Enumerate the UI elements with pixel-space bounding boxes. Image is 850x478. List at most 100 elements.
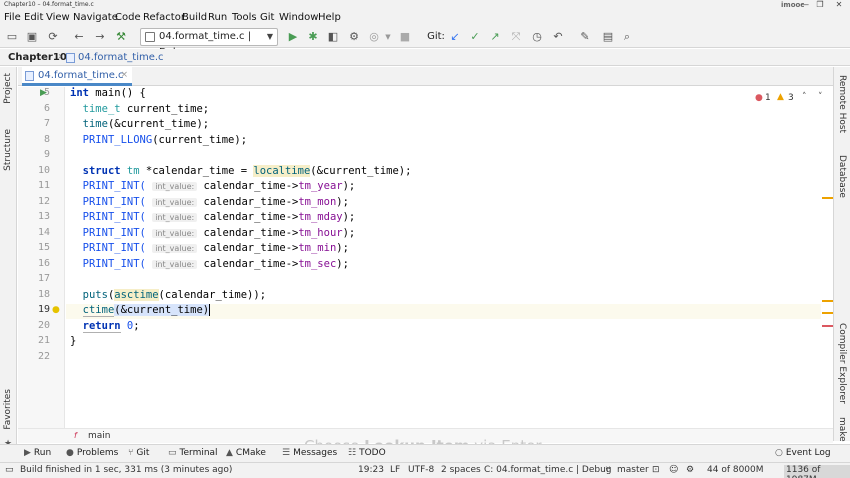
error-stripe[interactable] [822, 87, 833, 428]
inspection-indicators[interactable]: ● 1 ▲ 3 ˄ ˅ [752, 92, 830, 106]
open-folder-icon[interactable]: ▭ [5, 30, 19, 44]
config-icon [145, 32, 155, 42]
status-layout-icon[interactable]: ▭ [5, 465, 14, 475]
power-save-icon[interactable]: ⚙ [686, 465, 694, 475]
line-number-current: 19 [37, 304, 50, 315]
menu-tools[interactable]: Tools [232, 12, 257, 23]
code-line: return 0; [82, 319, 140, 333]
menu-help[interactable]: Help [318, 12, 341, 23]
git-rollback-icon[interactable]: ↶ [551, 30, 565, 44]
line-number: 14 [37, 226, 50, 238]
menu-git[interactable]: Git [260, 12, 274, 23]
run-configuration-select[interactable]: 04.format_time.c | Debug ▼ [140, 28, 278, 58]
menu-build[interactable]: Build [182, 12, 207, 23]
tab-04-format-time[interactable]: 04.format_time.c × [22, 67, 132, 86]
close-window-button[interactable]: ✕ [832, 0, 846, 10]
build-hammer-icon[interactable]: ⚒ [114, 30, 128, 44]
tool-window-compiler-explorer[interactable]: Compiler Explorer [837, 323, 847, 404]
forward-arrow-icon[interactable]: → [93, 30, 107, 44]
event-log-button[interactable]: ○ Event Log [775, 448, 831, 458]
debug-bug-icon[interactable]: ✱ [306, 30, 320, 44]
tab-git[interactable]: ⑂ Git [128, 448, 149, 458]
settings-wrench-icon[interactable]: ✎ [578, 30, 592, 44]
bulb-icon[interactable]: ● [52, 305, 60, 315]
tab-problems[interactable]: ● Problems [66, 448, 118, 458]
tab-terminal[interactable]: ▭ Terminal [168, 448, 218, 458]
tool-window-database[interactable]: Database [837, 155, 847, 198]
git-update-icon[interactable]: ↙ [448, 30, 462, 44]
attach-icon[interactable]: ◎ [367, 30, 381, 44]
code-editor[interactable]: int main() { time_t current_time; time(&… [66, 87, 821, 428]
search-icon[interactable]: ⌕ [620, 30, 634, 44]
line-number: 22 [37, 350, 50, 362]
git-push-icon[interactable]: ↗ [488, 30, 502, 44]
tool-window-structure[interactable]: Structure [3, 129, 13, 171]
code-line: PRINT_INT( int_value: calendar_time->tm_… [82, 226, 356, 239]
menu-code[interactable]: Code [115, 12, 141, 23]
tab-run[interactable]: ▶ Run [24, 448, 51, 458]
git-branch[interactable]: master [617, 465, 649, 475]
attach-dropdown-icon[interactable]: ▼ [381, 30, 395, 44]
caret-position[interactable]: 19:23 [358, 465, 384, 475]
menu-run[interactable]: Run [208, 12, 227, 23]
code-line: struct tm *calendar_time = localtime(&cu… [82, 164, 412, 177]
profile-icon[interactable]: ⚙ [347, 30, 361, 44]
memory-indicator[interactable]: 44 of 8000M [707, 465, 764, 475]
code-line: PRINT_INT( int_value: calendar_time->tm_… [82, 257, 349, 270]
breadcrumb-file[interactable]: 04.format_time.c [78, 52, 164, 63]
status-bar: ▭ Build finished in 1 sec, 331 ms (3 min… [0, 462, 850, 478]
warning-marker[interactable] [822, 312, 833, 314]
tool-window-project[interactable]: Project [3, 73, 13, 104]
menu-refactor[interactable]: Refactor [143, 12, 185, 23]
indent-setting[interactable]: 2 spaces [441, 465, 481, 475]
stop-icon[interactable]: ■ [398, 30, 412, 44]
lock-icon[interactable]: ⊡ [652, 465, 660, 475]
run-gutter-icon[interactable]: ▶ [40, 88, 47, 98]
chevron-up-icon[interactable]: ˄ [802, 92, 807, 102]
git-commit-icon[interactable]: ✓ [468, 30, 482, 44]
menu-view[interactable]: View [46, 12, 70, 23]
menu-window[interactable]: Window [279, 12, 318, 23]
sync-icon[interactable]: ⟳ [46, 30, 60, 44]
warning-marker[interactable] [822, 197, 833, 199]
parameter-hint: int_value: [152, 213, 198, 222]
editor-tab-bar: 04.format_time.c × [18, 67, 833, 86]
error-marker[interactable] [822, 325, 833, 327]
status-message[interactable]: Build finished in 1 sec, 331 ms (3 minut… [20, 465, 232, 475]
close-tab-icon[interactable]: × [120, 67, 128, 84]
context-selector[interactable]: C: 04.format_time.c | Debug [484, 465, 612, 475]
git-merge-icon[interactable]: ⤧ [509, 30, 523, 44]
breadcrumb-separator-icon: › [58, 51, 62, 62]
minimize-button[interactable]: — [798, 0, 812, 10]
code-line: int main() { [70, 87, 146, 99]
file-encoding[interactable]: UTF-8 [408, 465, 434, 475]
menu-file[interactable]: File [4, 12, 21, 23]
tab-todo[interactable]: ☷ TODO [348, 448, 386, 458]
code-line: PRINT_INT( int_value: calendar_time->tm_… [82, 211, 356, 223]
parameter-hint: int_value: [152, 259, 198, 269]
code-line-current: ctime(&current_time) [82, 304, 211, 317]
line-separator[interactable]: LF [390, 465, 400, 475]
run-icon[interactable]: ▶ [286, 30, 300, 44]
tab-messages[interactable]: ☰ Messages [282, 448, 337, 458]
line-number-gutter[interactable]: 5 ▶ 6 7 8 9 10 11 12 13 14 15 16 17 18 1… [18, 87, 65, 428]
tool-window-remote-host[interactable]: Remote Host [837, 75, 847, 133]
tool-window-favorites[interactable]: Favorites [3, 389, 13, 430]
restore-button[interactable]: ❐ [813, 0, 827, 10]
window-title: Chapter10 – 04.format_time.c [4, 1, 94, 8]
save-icon[interactable]: ▣ [25, 30, 39, 44]
coverage-icon[interactable]: ◧ [326, 30, 340, 44]
tool-window-make[interactable]: make [837, 417, 847, 442]
messages-icon: ☰ [282, 448, 291, 458]
menu-edit[interactable]: Edit [24, 12, 43, 23]
hector-icon[interactable]: ☺ [669, 465, 678, 475]
menu-navigate[interactable]: Navigate [73, 12, 118, 23]
warning-marker[interactable] [822, 300, 833, 302]
scope-label[interactable]: main [88, 431, 111, 441]
tab-label: 04.format_time.c [38, 70, 124, 81]
git-history-icon[interactable]: ◷ [530, 30, 544, 44]
tab-cmake[interactable]: ▲ CMake [226, 448, 266, 458]
line-number: 11 [37, 180, 50, 191]
back-arrow-icon[interactable]: ← [72, 30, 86, 44]
project-structure-icon[interactable]: ▤ [601, 30, 615, 44]
